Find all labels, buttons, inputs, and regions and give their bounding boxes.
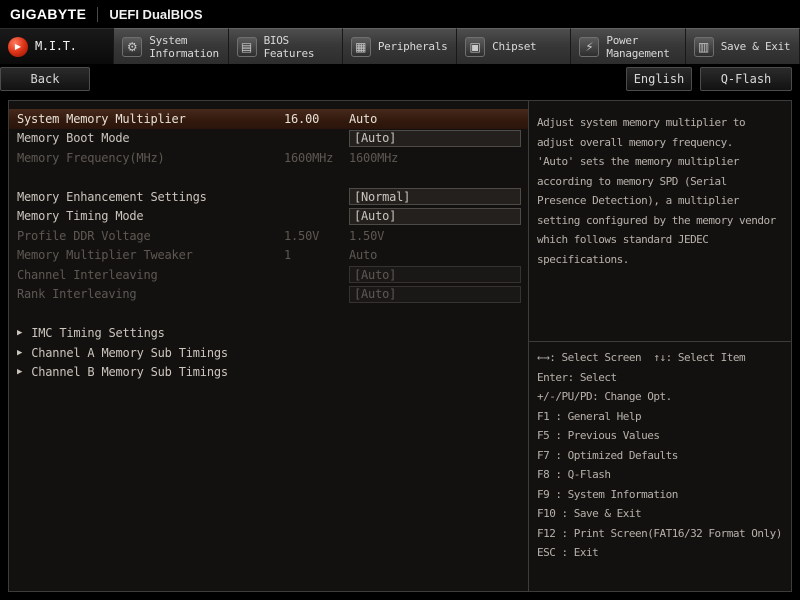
bios-screen: GIGABYTE UEFI DualBIOS ▶ M.I.T. ⚙ System In… (0, 0, 800, 600)
bios-features-icon: ▤ (236, 36, 257, 57)
setting-value: Auto (349, 111, 378, 126)
help-key-line: F7 : Optimized Defaults (537, 448, 678, 462)
tab-label: M.I.T. (35, 39, 77, 53)
tab-label: Chipset (492, 40, 537, 53)
chipset-icon: ▣ (465, 36, 486, 57)
setting-row-profile-ddr-voltage[interactable]: Profile DDR Voltage 1.50V 1.50V (9, 226, 528, 246)
setting-label: Memory Multiplier Tweaker (17, 248, 193, 263)
help-key-line: +/-/PU/PD: Change Opt. (537, 390, 672, 403)
help-key-line: F5 : Previous Values (537, 429, 660, 442)
tab-peripherals[interactable]: ▦ Peripherals (342, 28, 458, 64)
tab-bar: ▶ M.I.T. ⚙ System Information ▤ BIOS Features… (0, 28, 800, 64)
mit-icon: ▶ (8, 36, 28, 57)
help-description: Adjust system memory multiplier to adjus… (537, 116, 776, 266)
save-exit-icon: ▥ (693, 36, 714, 57)
toolbar: Back English Q-Flash (0, 64, 800, 94)
setting-value: [Auto] (349, 285, 521, 303)
spacer-row (9, 168, 528, 188)
submenu-label: Channel A Memory Sub Timings (31, 345, 228, 360)
system-information-icon: ⚙ (122, 36, 143, 57)
setting-value: 1600MHz (349, 150, 399, 165)
submenu-label: Channel B Memory Sub Timings (31, 365, 228, 380)
spacer-row (9, 304, 528, 324)
peripherals-icon: ▦ (350, 36, 371, 57)
tab-save-exit[interactable]: ▥ Save & Exit (685, 28, 800, 64)
setting-label: Rank Interleaving (17, 287, 137, 302)
tab-label: System Information (149, 33, 219, 60)
setting-row-memory-timing-mode[interactable]: Memory Timing Mode [Auto] (9, 207, 528, 227)
brand-divider (97, 6, 99, 22)
help-key-line: ←→: Select Screen ↑↓: Select Item (537, 351, 746, 364)
settings-list: System Memory Multiplier 16.00 Auto Memory … (9, 101, 528, 591)
setting-value: [Auto] (349, 207, 521, 225)
qflash-button[interactable]: Q-Flash (700, 67, 792, 91)
setting-value: [Auto] (349, 129, 521, 147)
tab-power-management[interactable]: ⚡ Power Management (571, 28, 686, 64)
tab-label: Save & Exit (720, 40, 791, 53)
submenu-channel-b-memory-sub-timings[interactable]: ▶ Channel B Memory Sub Timings (9, 363, 528, 383)
setting-value: [Auto] (349, 266, 521, 284)
power-management-icon: ⚡ (579, 36, 600, 57)
setting-row-system-memory-multiplier[interactable]: System Memory Multiplier 16.00 Auto (9, 109, 528, 129)
setting-label: Channel Interleaving (17, 267, 158, 282)
setting-row-memory-frequency-mhz[interactable]: Memory Frequency(MHz) 1600MHz 1600MHz (9, 148, 528, 168)
setting-label: Profile DDR Voltage (17, 228, 151, 243)
help-key-line: F10 : Save & Exit (537, 507, 642, 520)
setting-current-value: 1600MHz (284, 150, 334, 165)
help-keys: ←→: Select Screen ↑↓: Select Item Enter: … (537, 348, 791, 563)
setting-value: 1.50V (349, 228, 385, 243)
setting-row-memory-multiplier-tweaker[interactable]: Memory Multiplier Tweaker 1 Auto (9, 246, 528, 266)
setting-label: System Memory Multiplier (17, 111, 186, 126)
firmware-title: UEFI DualBIOS (109, 6, 203, 22)
gigabyte-logo: GIGABYTE (10, 6, 87, 22)
help-key-line: F9 : System Information (537, 487, 678, 501)
help-key-line: Enter: Select (537, 370, 617, 384)
language-button[interactable]: English (626, 67, 692, 91)
tab-bios-features[interactable]: ▤ BIOS Features (228, 28, 343, 64)
setting-current-value: 1 (284, 248, 292, 263)
submenu-arrow-icon: ▶ (17, 347, 23, 358)
setting-label: Memory Timing Mode (17, 209, 144, 224)
toolbar-right-group: English Q-Flash (626, 67, 792, 91)
setting-label: Memory Boot Mode (17, 131, 130, 146)
setting-current-value: 1.50V (284, 228, 320, 243)
content-area: System Memory Multiplier 16.00 Auto Memory … (8, 100, 792, 592)
help-panel: Adjust system memory multiplier to adjus… (528, 101, 791, 591)
help-key-line: F12 : Print Screen(FAT16/32 Format Only) (537, 526, 782, 540)
help-key-line: ESC : Exit (537, 546, 599, 559)
submenu-label: IMC Timing Settings (31, 326, 165, 341)
setting-row-rank-interleaving[interactable]: Rank Interleaving [Auto] (9, 285, 528, 305)
setting-current-value: 16.00 (284, 111, 320, 126)
tab-label: BIOS Features (263, 33, 315, 60)
tab-label: Power Management (606, 33, 670, 60)
submenu-imc-timing-settings[interactable]: ▶ IMC Timing Settings (9, 324, 528, 344)
help-key-line: F8 : Q-Flash (537, 468, 611, 481)
help-key-line: F1 : General Help (537, 409, 642, 423)
setting-row-memory-enhancement-settings[interactable]: Memory Enhancement Settings [Normal] (9, 187, 528, 207)
back-button[interactable]: Back (0, 67, 90, 91)
setting-label: Memory Frequency(MHz) (17, 150, 165, 165)
submenu-channel-a-memory-sub-timings[interactable]: ▶ Channel A Memory Sub Timings (9, 343, 528, 363)
setting-value: [Normal] (349, 188, 521, 206)
tab-m-i-t[interactable]: ▶ M.I.T. (0, 28, 115, 64)
setting-label: Memory Enhancement Settings (17, 189, 207, 204)
top-brand-bar: GIGABYTE UEFI DualBIOS (0, 0, 800, 28)
tab-system-information[interactable]: ⚙ System Information (114, 28, 229, 64)
tab-chipset[interactable]: ▣ Chipset (457, 28, 572, 64)
setting-value: Auto (349, 248, 378, 263)
submenu-arrow-icon: ▶ (17, 328, 23, 339)
submenu-arrow-icon: ▶ (17, 367, 23, 378)
tab-label: Peripherals (377, 40, 448, 53)
setting-row-memory-boot-mode[interactable]: Memory Boot Mode [Auto] (9, 129, 528, 149)
help-divider (529, 341, 791, 342)
setting-row-channel-interleaving[interactable]: Channel Interleaving [Auto] (9, 265, 528, 285)
